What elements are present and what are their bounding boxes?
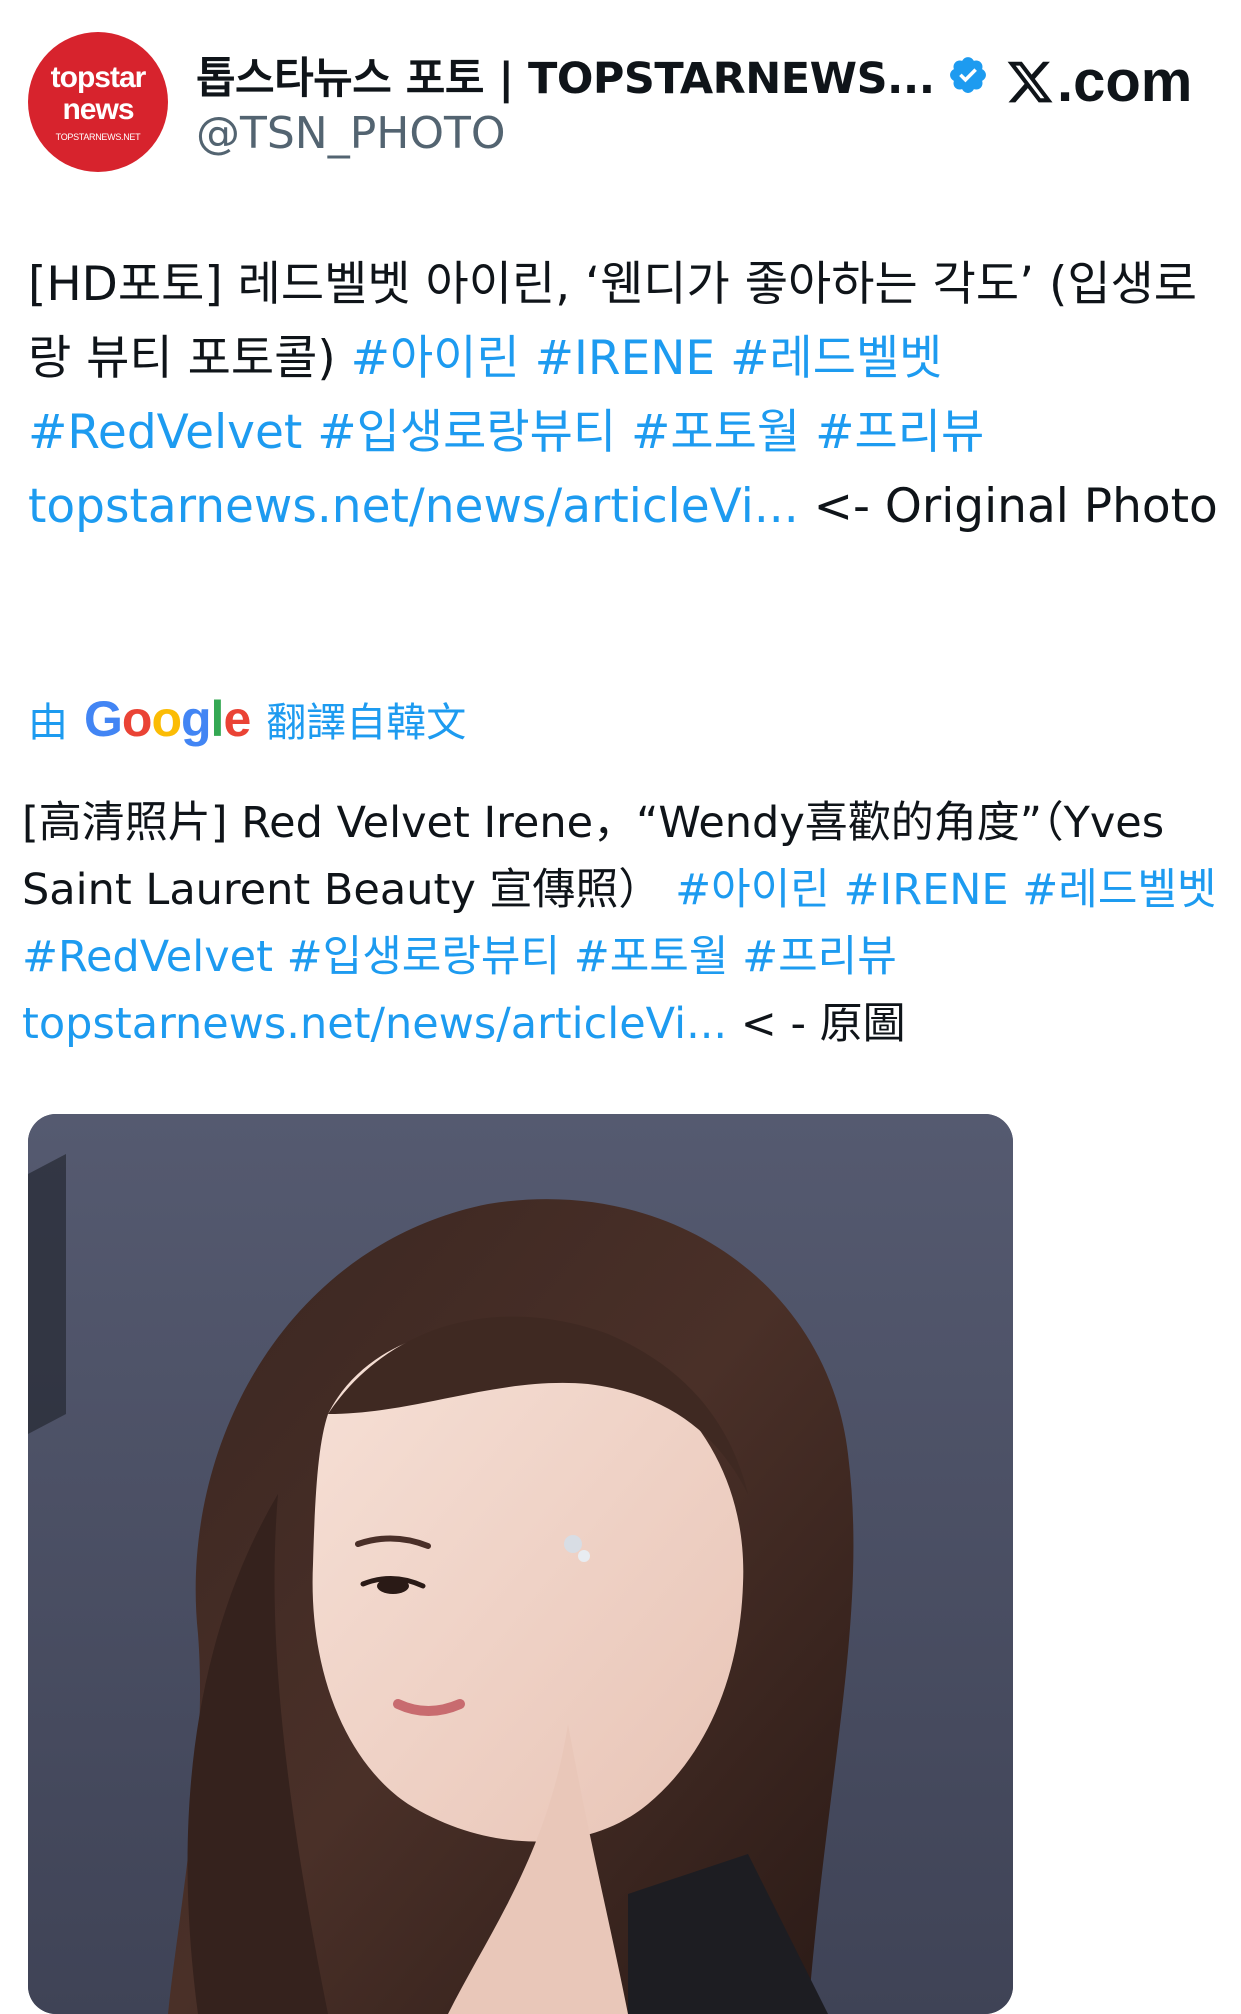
google-logo-icon: Google: [84, 691, 251, 747]
translated-link-suffix: < - 原圖: [727, 999, 906, 1049]
tweet-photo[interactable]: [28, 1114, 1013, 2014]
hashtag[interactable]: #RedVelvet: [22, 932, 273, 982]
display-name[interactable]: 톱스타뉴스 포토 | TOPSTARNEWS...: [196, 44, 935, 106]
translation-suffix: 翻譯自韓文: [266, 700, 467, 746]
article-link[interactable]: topstarnews.net/news/articleVi...: [22, 999, 727, 1049]
tweet-header: topstar news TOPSTARNEWS.NET 톱스타뉴스 포토 | …: [0, 0, 1241, 180]
hashtag[interactable]: #입생로랑뷰티: [287, 932, 560, 982]
site-domain-text: .com: [1057, 49, 1193, 114]
translation-attribution[interactable]: 由 Google 翻譯自韓文: [28, 690, 466, 748]
verified-badge-icon: [949, 57, 986, 93]
hashtag[interactable]: #아이린: [351, 331, 520, 386]
tweet-text: [HD포토] 레드벨벳 아이린, ‘웬디가 좋아하는 각도’ (입생로랑 뷰티 …: [28, 248, 1218, 544]
hashtag[interactable]: #프리뷰: [815, 405, 984, 460]
site-label[interactable]: .com: [1005, 48, 1192, 115]
translation-prefix: 由: [28, 700, 68, 746]
avatar-text-line3: TOPSTARNEWS.NET: [55, 131, 141, 142]
avatar[interactable]: topstar news TOPSTARNEWS.NET: [28, 32, 168, 172]
name-row: 톱스타뉴스 포토 | TOPSTARNEWS...: [196, 44, 989, 106]
hashtag[interactable]: #프리뷰: [742, 932, 897, 982]
hashtag[interactable]: #레드벨벳: [1022, 865, 1216, 915]
hashtag[interactable]: #포토월: [574, 932, 729, 982]
avatar-text-line1: topstar: [50, 60, 147, 94]
avatar-text-line2: news: [62, 92, 134, 126]
hashtag[interactable]: #입생로랑뷰티: [317, 405, 616, 460]
hashtag[interactable]: #레드벨벳: [730, 331, 942, 386]
hashtag[interactable]: #IRENE: [844, 865, 1009, 915]
hashtag[interactable]: #아이린: [675, 865, 830, 915]
translated-text: [高清照片] Red Velvet Irene，“Wendy喜歡的角度”（Yve…: [22, 790, 1222, 1058]
photo-illustration: [28, 1114, 1013, 2014]
hashtag[interactable]: #IRENE: [535, 331, 715, 386]
account-handle[interactable]: @TSN_PHOTO: [196, 108, 505, 159]
tweet-link-suffix: <- Original Photo: [798, 479, 1218, 534]
article-link[interactable]: topstarnews.net/news/articleVi...: [28, 479, 799, 534]
x-logo-icon: [1007, 61, 1053, 102]
hashtag[interactable]: #포토월: [631, 405, 800, 460]
hashtag[interactable]: #RedVelvet: [28, 405, 302, 460]
